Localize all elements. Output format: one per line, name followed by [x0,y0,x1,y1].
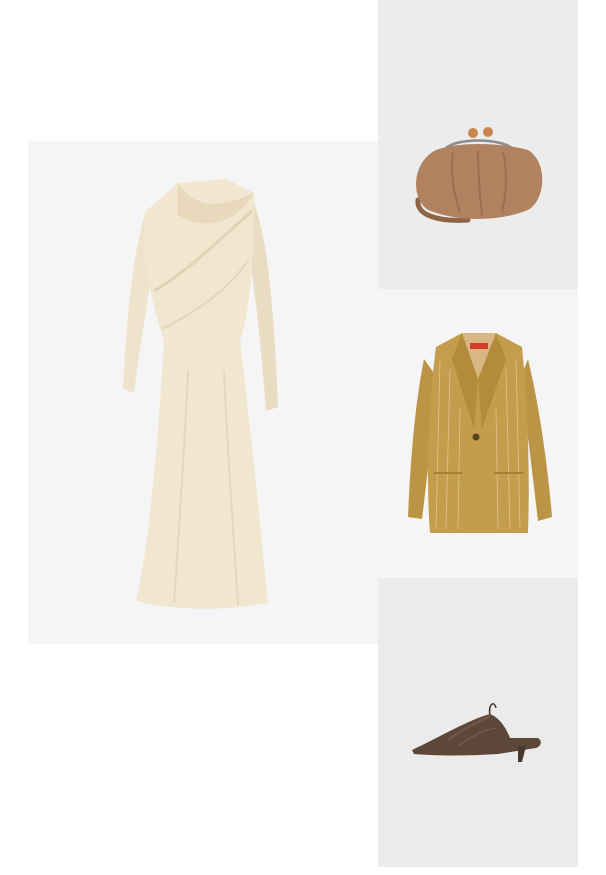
product-tile-bag[interactable] [378,0,578,289]
product-tile-shoe[interactable] [378,578,578,867]
product-tile-dress[interactable] [28,141,378,644]
shoe-image [378,578,578,867]
product-tile-blazer[interactable] [378,289,578,578]
blazer-image [378,289,578,578]
bag-image [378,0,578,289]
dress-image [28,141,378,644]
